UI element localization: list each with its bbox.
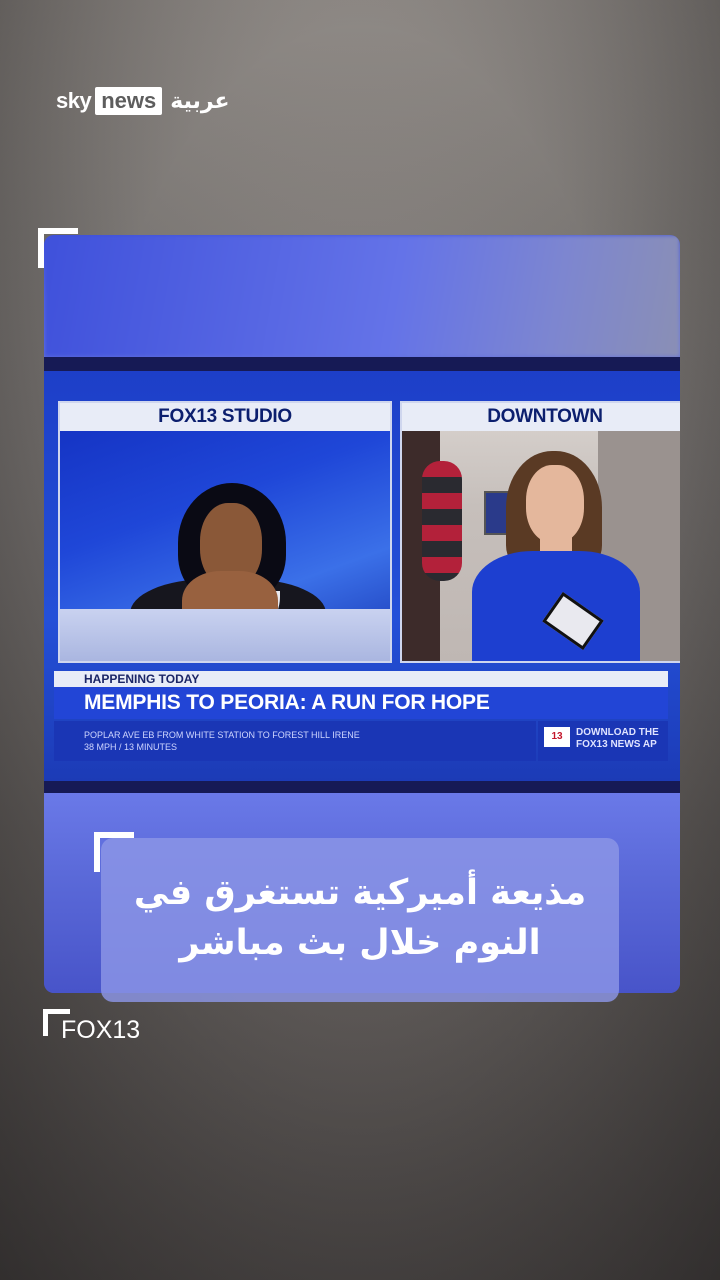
source-credit: FOX13 (61, 1016, 141, 1044)
logo-sky: sky (56, 88, 92, 113)
fox13-badge-icon: 13 (544, 727, 570, 747)
promo-line-1: DOWNLOAD THE (576, 727, 659, 738)
sky-news-arabia-logo: sky news عربية (56, 86, 230, 116)
studio-panel: FOX13 STUDIO (58, 401, 392, 663)
logo-arabic: عربية (170, 88, 230, 114)
lower-third: HAPPENING TODAY MEMPHIS TO PEORIA: A RUN… (54, 671, 668, 767)
downtown-panel: DOWNTOWN (400, 401, 680, 663)
logo-news: news (95, 87, 163, 115)
studio-label: FOX13 STUDIO (60, 403, 390, 431)
caption-corner-icon (94, 832, 134, 872)
traffic-ticker: POPLAR AVE EB FROM WHITE STATION TO FORE… (54, 721, 536, 761)
broadcast: FOX13 STUDIO DOWNTOWN HAPPENING TODAY ME… (44, 371, 680, 781)
caption-box: مذيعة أميركية تستغرق في النوم خلال بث مب… (101, 838, 619, 1002)
caption-line-2: النوم خلال بث مباشر (179, 923, 541, 963)
promo-line-2: FOX13 NEWS AP (576, 739, 657, 750)
ticker-line-2: 38 MPH / 13 MINUTES (84, 742, 178, 752)
tv-screen: FOX13 STUDIO DOWNTOWN HAPPENING TODAY ME… (44, 357, 680, 793)
headline: MEMPHIS TO PEORIA: A RUN FOR HOPE (54, 687, 668, 719)
news-desk (60, 609, 390, 661)
kicker: HAPPENING TODAY (54, 671, 668, 687)
frame-corner-icon (38, 228, 78, 268)
video-top-blur (44, 235, 680, 357)
app-promo: 13 DOWNLOAD THE FOX13 NEWS AP (538, 721, 668, 761)
downtown-label: DOWNTOWN (402, 403, 680, 431)
ticker-line-1: POPLAR AVE EB FROM WHITE STATION TO FORE… (84, 730, 360, 740)
caption-line-1: مذيعة أميركية تستغرق في (133, 873, 587, 913)
caption-text: مذيعة أميركية تستغرق في النوم خلال بث مب… (101, 868, 619, 968)
reporter-face (526, 465, 584, 543)
balloons (422, 461, 462, 581)
